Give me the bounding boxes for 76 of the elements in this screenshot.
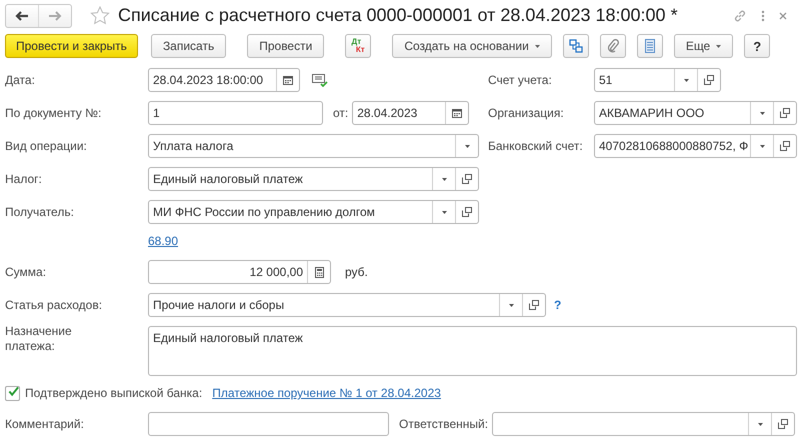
input-field[interactable]: 51 xyxy=(594,68,721,92)
caret-icon xyxy=(442,210,446,214)
paperclip-icon xyxy=(606,39,619,53)
list-icon xyxy=(644,39,655,53)
structure-icon xyxy=(568,39,583,53)
star-icon[interactable] xyxy=(90,6,110,25)
field-label: Ответственный: xyxy=(399,417,488,431)
caret-icon xyxy=(760,144,764,148)
caret-icon xyxy=(684,78,688,82)
window-title: Списание с расчетного счета 0000-000001 от 28.04.2023 18:00:00 * xyxy=(118,5,679,26)
input-field[interactable]: Прочие налоги и сборы xyxy=(148,293,546,317)
calendar-icon xyxy=(452,108,462,118)
open-window-icon xyxy=(780,108,790,118)
more-icon[interactable] xyxy=(761,10,765,22)
attach-button[interactable] xyxy=(600,34,626,58)
field-label: Сумма: xyxy=(5,265,48,279)
field-label: Дата: xyxy=(5,73,36,87)
toolbar-button[interactable]: Провести xyxy=(247,34,324,58)
structure-button[interactable] xyxy=(562,34,589,58)
text-area[interactable]: Единый налоговый платеж xyxy=(148,326,797,376)
caret-icon xyxy=(716,44,722,48)
list-button[interactable] xyxy=(636,34,663,58)
help-button[interactable]: ? xyxy=(744,34,770,58)
caret-icon xyxy=(534,44,540,48)
caret-icon xyxy=(758,422,763,426)
field-label: Налог: xyxy=(5,172,43,186)
input-field[interactable] xyxy=(492,412,796,436)
field-label: от: xyxy=(333,106,348,120)
caret-icon xyxy=(508,304,514,306)
link-icon[interactable] xyxy=(733,8,747,22)
checkbox-label: Подтверждено выпиской банка: xyxy=(25,386,202,400)
calculator-icon xyxy=(314,266,324,278)
field-label: Получатель: xyxy=(5,205,75,219)
open-window-icon xyxy=(704,75,714,85)
close-icon[interactable] xyxy=(779,12,787,20)
field-label: Банковский счет: xyxy=(488,139,584,153)
posted-document-icon xyxy=(312,73,328,87)
input-field[interactable] xyxy=(148,412,389,436)
input-field[interactable]: Уплата налога xyxy=(148,134,479,158)
checkbox[interactable] xyxy=(5,386,20,400)
calendar-icon xyxy=(283,75,293,85)
input-field[interactable]: МИ ФНС России по управлению долгом xyxy=(148,200,479,224)
account-link[interactable]: 68.90 xyxy=(148,234,178,248)
input-field[interactable]: 40702810688000880752, Ф xyxy=(594,134,797,158)
toolbar-button[interactable]: Записать xyxy=(150,34,226,58)
payment-order-link[interactable]: Платежное поручение № 1 от 28.04.2023 xyxy=(212,386,441,400)
field-label: Назначение платежа: xyxy=(5,324,73,354)
debit-credit-button[interactable]: Дт Кт xyxy=(345,34,372,58)
open-window-icon xyxy=(778,419,788,429)
open-window-icon xyxy=(780,141,790,151)
field-label: Организация: xyxy=(488,106,565,120)
caret-icon xyxy=(760,112,764,114)
field-label: Вид операции: xyxy=(5,139,88,153)
checkmark-icon xyxy=(8,386,19,397)
field-label: Статья расходов: xyxy=(5,298,104,312)
input-field[interactable]: 1 xyxy=(148,101,323,125)
open-window-icon xyxy=(462,207,472,217)
menu-button[interactable]: Еще xyxy=(674,34,734,58)
field-label: По документу №: xyxy=(5,106,102,120)
input-field[interactable]: 28.04.2023 18:00:00 xyxy=(148,68,300,92)
caret-icon xyxy=(464,144,470,148)
input-field[interactable]: Единый налоговый платеж xyxy=(148,167,479,191)
field-label: Счет учета: xyxy=(488,73,553,87)
post-and-close-button[interactable]: Провести и закрыть xyxy=(5,34,138,58)
open-window-icon xyxy=(462,174,472,184)
open-window-icon xyxy=(529,300,539,310)
input-field[interactable]: АКВАМАРИН ООО xyxy=(594,101,797,125)
help-link[interactable]: ? xyxy=(554,298,562,312)
currency-label: руб. xyxy=(345,265,368,279)
input-field[interactable]: 12 000,00 xyxy=(148,260,331,284)
field-label: Комментарий: xyxy=(5,417,85,431)
forward-arrow-icon xyxy=(48,10,62,20)
menu-button[interactable]: Создать на основании xyxy=(392,34,552,58)
back-arrow-icon xyxy=(15,10,29,20)
caret-icon xyxy=(442,178,446,180)
input-field[interactable]: 28.04.2023 xyxy=(352,101,470,125)
